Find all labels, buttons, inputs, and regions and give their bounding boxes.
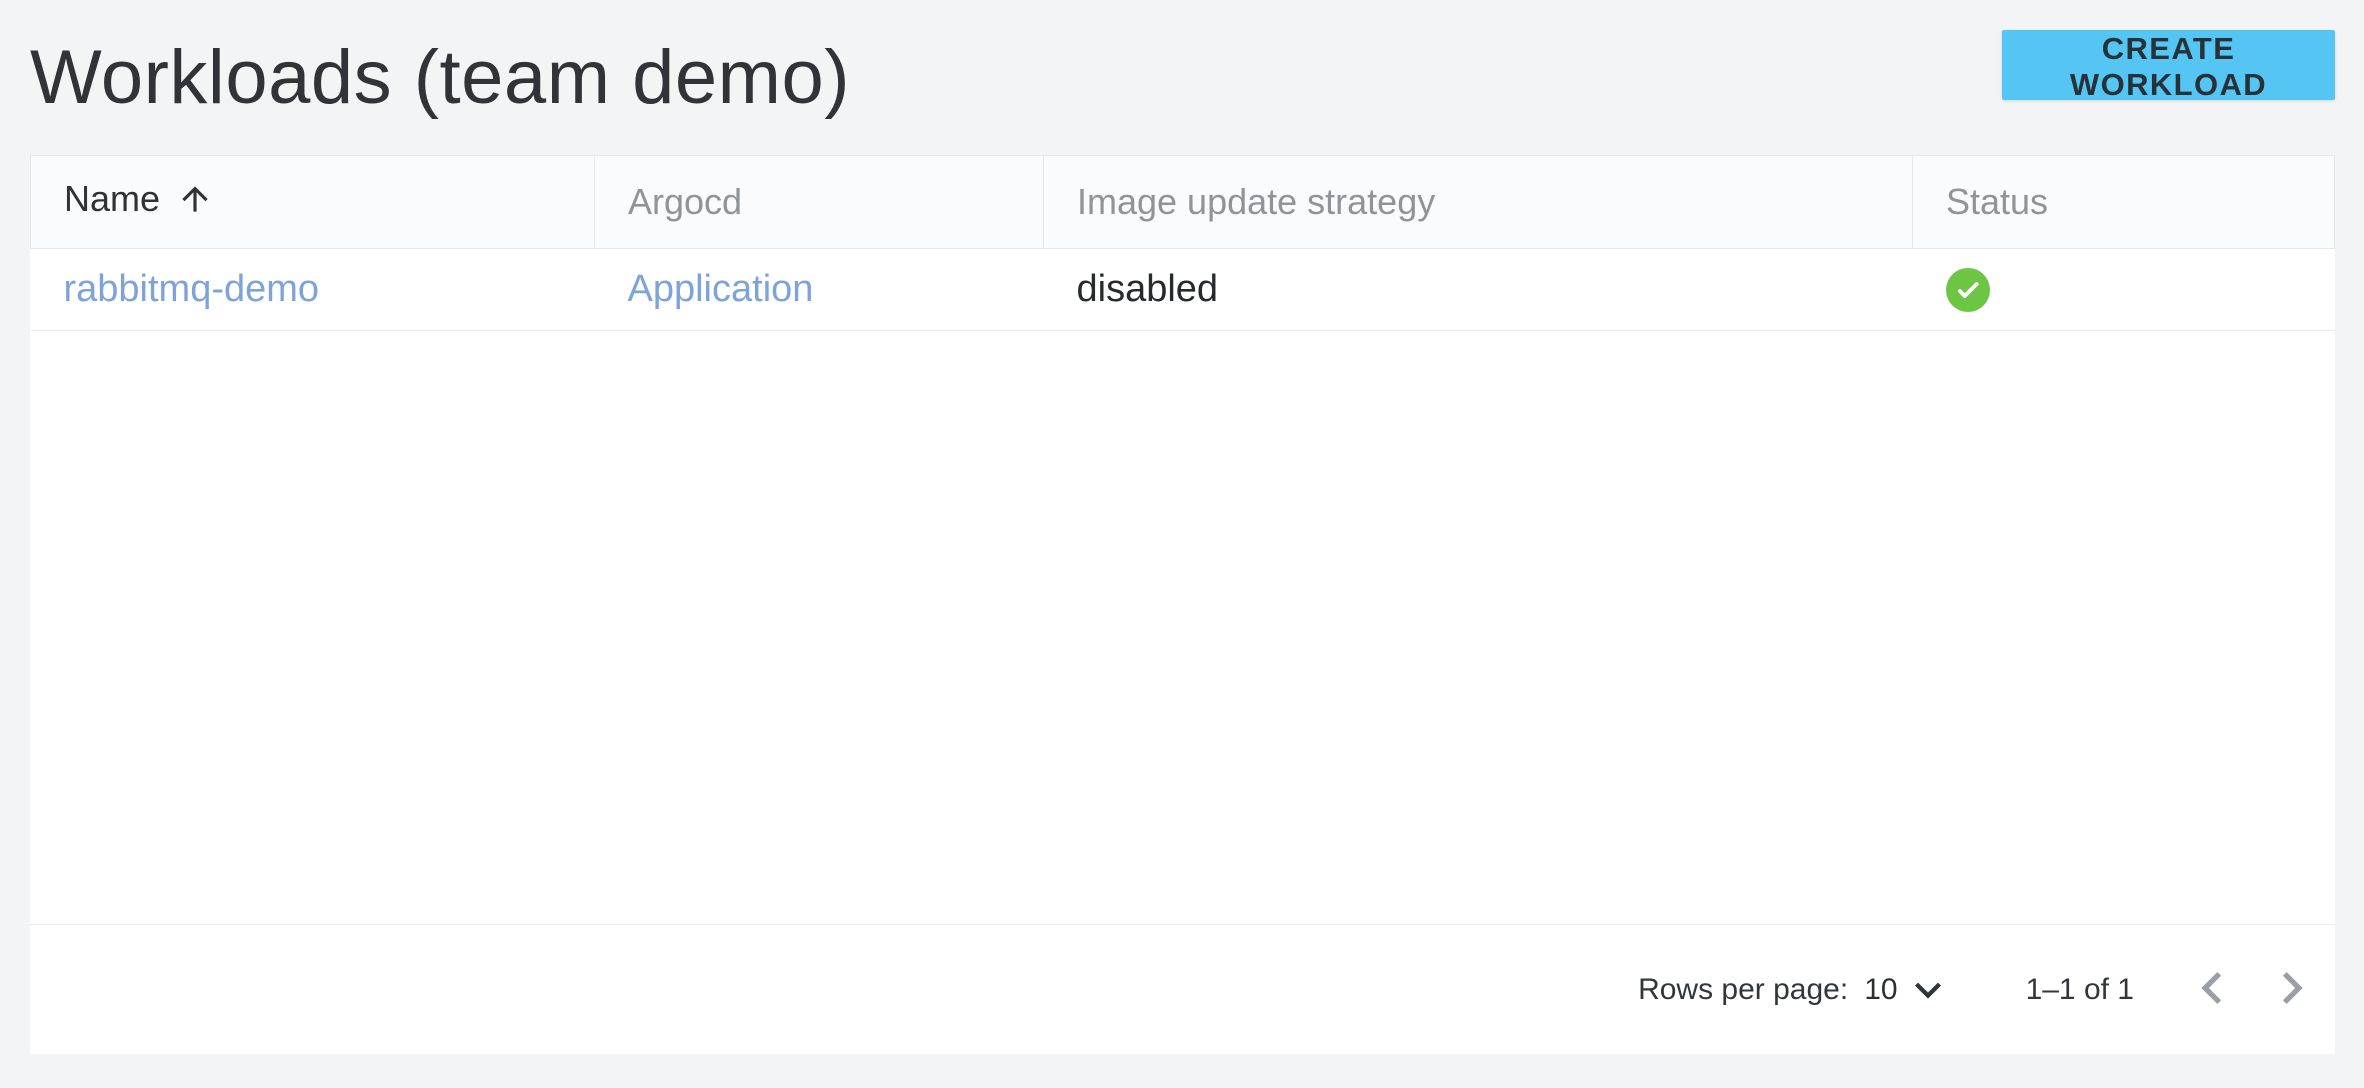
- column-header-argocd: Argocd: [595, 156, 1044, 249]
- column-header-name-label: Name: [64, 178, 160, 219]
- page-title: Workloads (team demo): [30, 0, 850, 155]
- page-header: Workloads (team demo) CREATE WORKLOAD: [0, 0, 2364, 155]
- cell-argocd: Application: [595, 249, 1044, 331]
- pagination-range-label: 1–1 of 1: [2026, 973, 2134, 1007]
- status-ok-icon: [1946, 268, 1990, 312]
- table-empty-area: [30, 331, 2335, 924]
- cell-name: rabbitmq-demo: [31, 249, 595, 331]
- rows-per-page-label: Rows per page:: [1638, 973, 1848, 1007]
- column-header-name[interactable]: Name: [31, 156, 595, 249]
- workloads-table: Name Argocd Image update strategy Status…: [30, 155, 2335, 331]
- previous-page-button[interactable]: [2180, 958, 2244, 1022]
- workload-name-link[interactable]: rabbitmq-demo: [64, 268, 320, 310]
- argocd-application-link[interactable]: Application: [628, 268, 814, 310]
- table-row: rabbitmq-demo Application disabled: [31, 249, 2335, 331]
- table-header-row: Name Argocd Image update strategy Status: [31, 156, 2335, 249]
- cell-status: [1913, 249, 2335, 331]
- column-header-image-update-strategy: Image update strategy: [1044, 156, 1913, 249]
- chevron-left-icon: [2180, 956, 2244, 1023]
- chevron-down-icon: [1902, 964, 1954, 1016]
- column-header-status: Status: [1913, 156, 2335, 249]
- pagination-bar: Rows per page: 10 1–1 of 1: [30, 924, 2335, 1054]
- sort-ascending-icon: [176, 185, 214, 226]
- workloads-card: Name Argocd Image update strategy Status…: [30, 155, 2335, 1054]
- rows-per-page-value: 10: [1864, 973, 1897, 1007]
- chevron-right-icon: [2260, 956, 2324, 1023]
- create-workload-button[interactable]: CREATE WORKLOAD: [2002, 30, 2335, 100]
- rows-per-page-select[interactable]: 10: [1864, 964, 1953, 1016]
- cell-image-update-strategy: disabled: [1044, 249, 1913, 331]
- next-page-button[interactable]: [2260, 958, 2324, 1022]
